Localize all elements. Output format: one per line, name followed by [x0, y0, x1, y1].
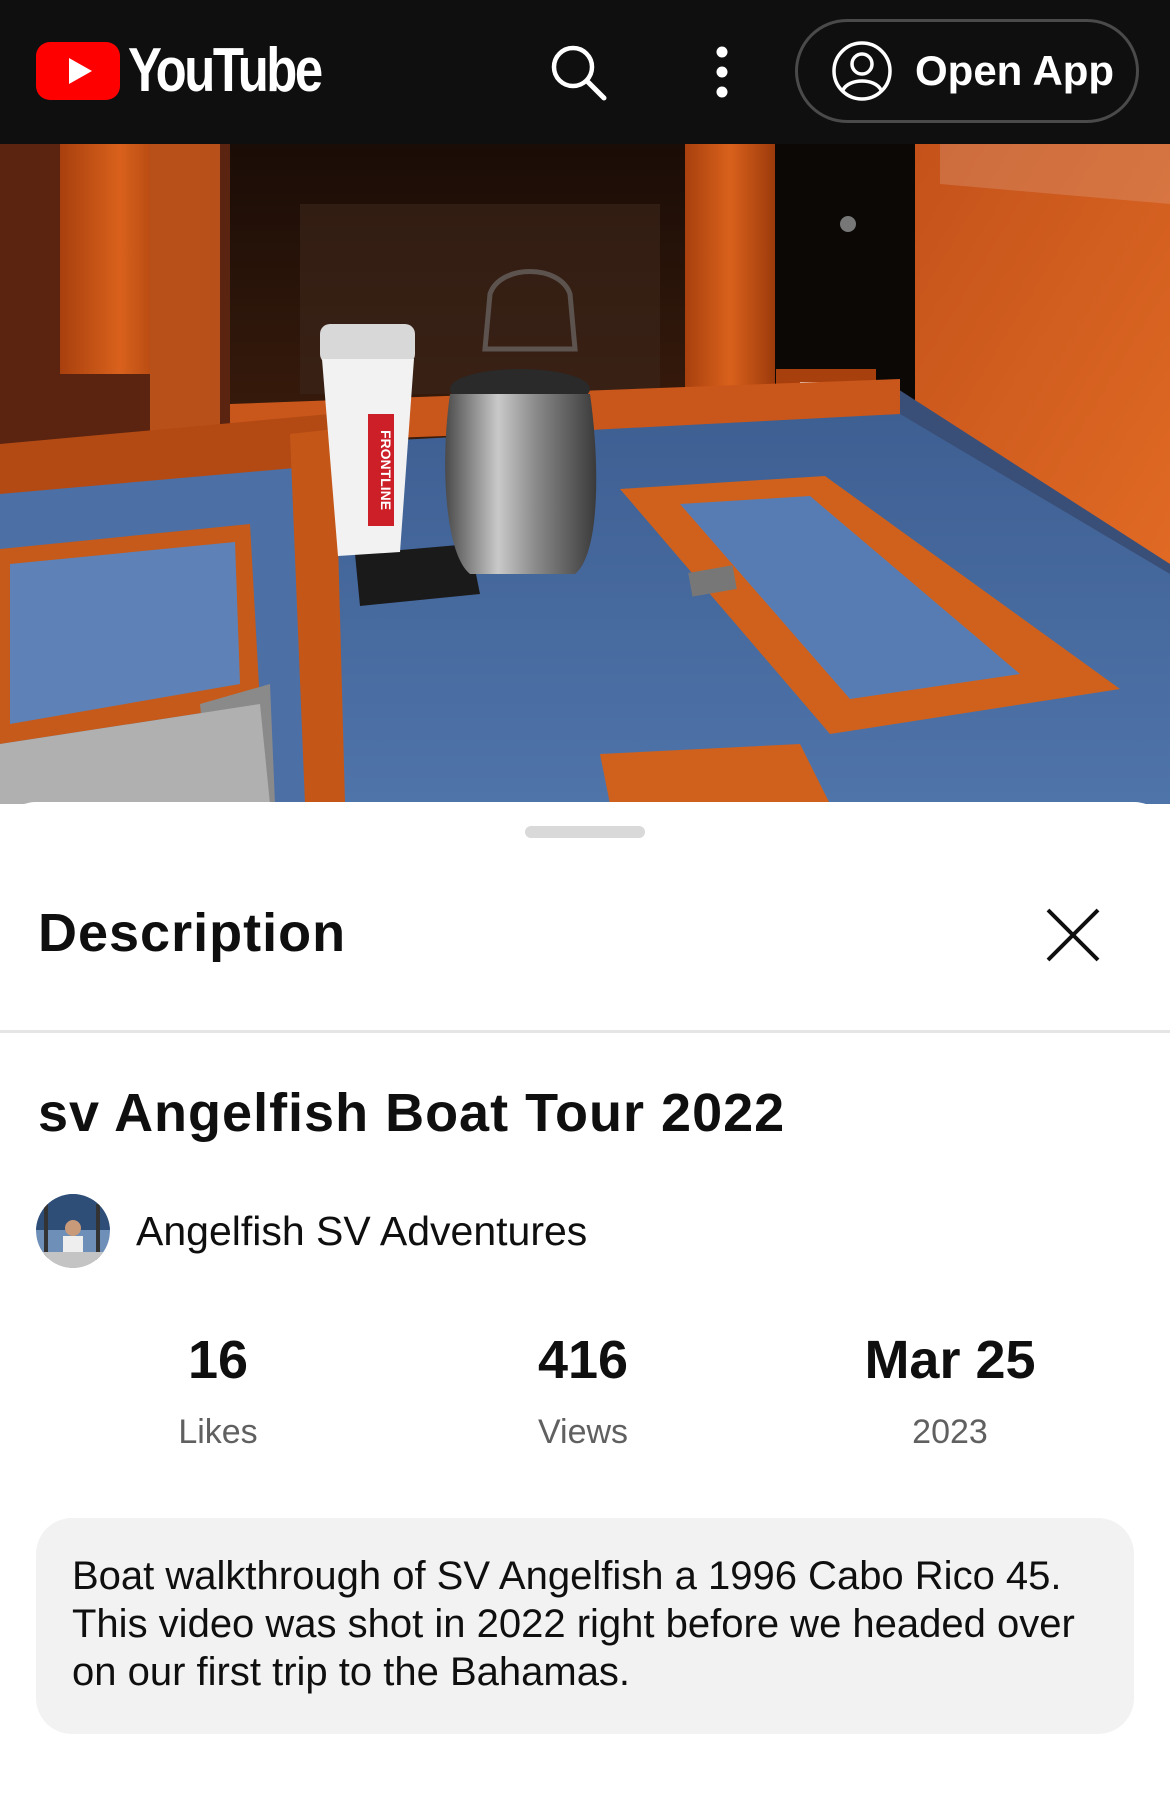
likes-label: Likes	[178, 1413, 258, 1451]
likes-stat: 16 Likes	[68, 1330, 368, 1452]
youtube-logo[interactable]: YouTube	[36, 40, 363, 102]
youtube-play-icon	[36, 42, 120, 100]
description-panel: Description sv Angelfish Boat Tour 2022 …	[0, 802, 1170, 1795]
publish-date: Mar 25	[864, 1330, 1036, 1390]
views-count: 416	[537, 1330, 629, 1390]
youtube-wordmark: YouTube	[128, 36, 323, 105]
description-text: Boat walkthrough of SV Angelfish a 1996 …	[72, 1554, 1075, 1694]
panel-divider	[0, 1030, 1170, 1033]
drag-handle[interactable]	[525, 826, 645, 838]
video-title: sv Angelfish Boat Tour 2022	[38, 1083, 786, 1143]
open-app-label: Open App	[915, 47, 1115, 94]
channel-row[interactable]: Angelfish SV Adventures	[36, 1194, 587, 1268]
tumbler-text: FRONTLINE	[378, 430, 394, 510]
more-options-button[interactable]	[702, 40, 742, 104]
views-stat: 416 Views	[433, 1330, 733, 1452]
description-box: Boat walkthrough of SV Angelfish a 1996 …	[36, 1518, 1134, 1734]
search-button[interactable]	[546, 40, 610, 104]
close-button[interactable]	[1040, 902, 1106, 968]
publish-year: 2023	[912, 1413, 988, 1451]
open-app-button[interactable]: Open App	[795, 19, 1139, 123]
close-icon	[1046, 908, 1100, 962]
top-app-bar: YouTube Open App	[0, 0, 1170, 144]
channel-name[interactable]: Angelfish SV Adventures	[136, 1208, 587, 1255]
date-stat: Mar 25 2023	[800, 1330, 1100, 1452]
panel-title: Description	[38, 903, 347, 963]
video-player[interactable]: FRONTLINE	[0, 144, 1170, 804]
video-frame-image: FRONTLINE	[0, 144, 1170, 804]
account-circle-icon	[832, 41, 892, 101]
search-icon	[551, 45, 607, 101]
likes-count: 16	[187, 1330, 249, 1390]
more-vertical-icon	[716, 46, 728, 98]
avatar[interactable]	[36, 1194, 110, 1268]
views-label: Views	[537, 1413, 629, 1451]
